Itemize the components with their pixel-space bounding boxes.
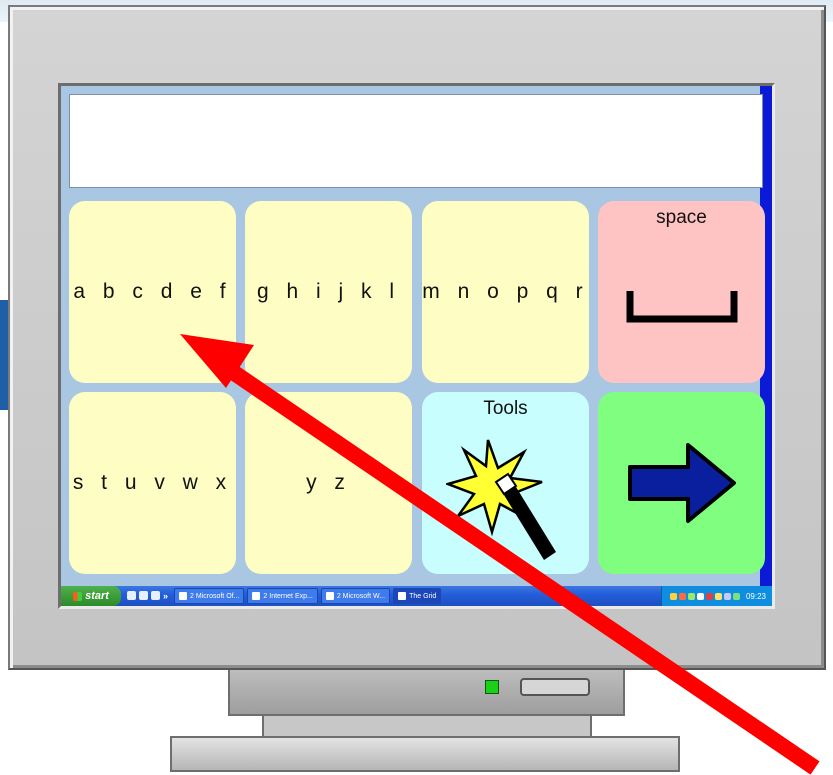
- monitor-stand-top: [262, 714, 592, 738]
- tray-icon[interactable]: [732, 592, 740, 600]
- cell-next[interactable]: [598, 392, 765, 574]
- task-label: 2 Microsoft Of...: [190, 592, 240, 600]
- tray-icon[interactable]: [714, 592, 722, 600]
- monitor-neck: [228, 670, 625, 716]
- clock: 09:23: [745, 591, 766, 601]
- taskbar-button-the-grid[interactable]: The Grid: [393, 588, 442, 604]
- quick-launch: »: [127, 591, 168, 601]
- cell-tools[interactable]: Tools: [422, 392, 589, 574]
- cell-label: m n o p q r: [422, 280, 589, 303]
- cell-mnopqr[interactable]: m n o p q r: [422, 201, 589, 383]
- tray-icon[interactable]: [696, 592, 704, 600]
- internet-explorer-icon: [252, 592, 261, 600]
- tray-icon[interactable]: [705, 592, 713, 600]
- start-label: start: [85, 590, 109, 602]
- start-button[interactable]: start: [61, 586, 121, 606]
- tray-icon[interactable]: [687, 592, 695, 600]
- tray-icon[interactable]: [723, 592, 731, 600]
- magic-wand-icon: [445, 439, 556, 560]
- cell-label: space: [656, 207, 707, 228]
- cell-abcdef[interactable]: a b c d e f: [69, 201, 236, 383]
- cell-label: y z: [306, 471, 351, 494]
- cell-label: Tools: [483, 398, 528, 419]
- monitor-screen: a b c d e f g h i j k l m n o p q r spac…: [58, 83, 775, 609]
- cell-yz[interactable]: y z: [245, 392, 412, 574]
- monitor-stand-base: [170, 736, 680, 772]
- task-label: The Grid: [409, 592, 437, 600]
- tray-icon[interactable]: [669, 592, 677, 600]
- taskbar-button-internet-explorer[interactable]: 2 Internet Exp...: [247, 588, 318, 604]
- message-text-box[interactable]: [69, 94, 763, 188]
- task-label: 2 Internet Exp...: [263, 592, 313, 600]
- browser-icon[interactable]: [139, 591, 148, 600]
- system-tray: 09:23: [660, 586, 772, 606]
- cell-label: a b c d e f: [73, 280, 232, 303]
- quick-launch-chevron[interactable]: »: [163, 591, 168, 601]
- grid-app-icon: [398, 592, 407, 600]
- right-arrow-icon: [627, 443, 736, 523]
- task-label: 2 Microsoft W...: [336, 592, 386, 600]
- cell-label: g h i j k l: [256, 280, 401, 303]
- window-icon[interactable]: [151, 591, 160, 600]
- power-led: [485, 680, 499, 694]
- tray-icon[interactable]: [678, 592, 686, 600]
- show-desktop-icon[interactable]: [127, 591, 136, 600]
- word-icon: [325, 592, 334, 600]
- power-button[interactable]: [520, 678, 590, 696]
- windows-logo-icon: [73, 591, 83, 601]
- cell-space[interactable]: space: [598, 201, 765, 383]
- cell-stuvwx[interactable]: s t u v w x: [69, 392, 236, 574]
- cell-ghijkl[interactable]: g h i j k l: [245, 201, 412, 383]
- windows-taskbar: start » 2 Microsoft Of... 2 Internet Exp…: [61, 586, 772, 606]
- taskbar-button-office[interactable]: 2 Microsoft Of...: [174, 588, 245, 604]
- space-bar-icon: [626, 291, 737, 323]
- office-icon: [179, 592, 188, 600]
- cell-label: s t u v w x: [72, 471, 233, 494]
- monitor-bezel: a b c d e f g h i j k l m n o p q r spac…: [8, 5, 826, 670]
- taskbar-button-word[interactable]: 2 Microsoft W...: [320, 588, 391, 604]
